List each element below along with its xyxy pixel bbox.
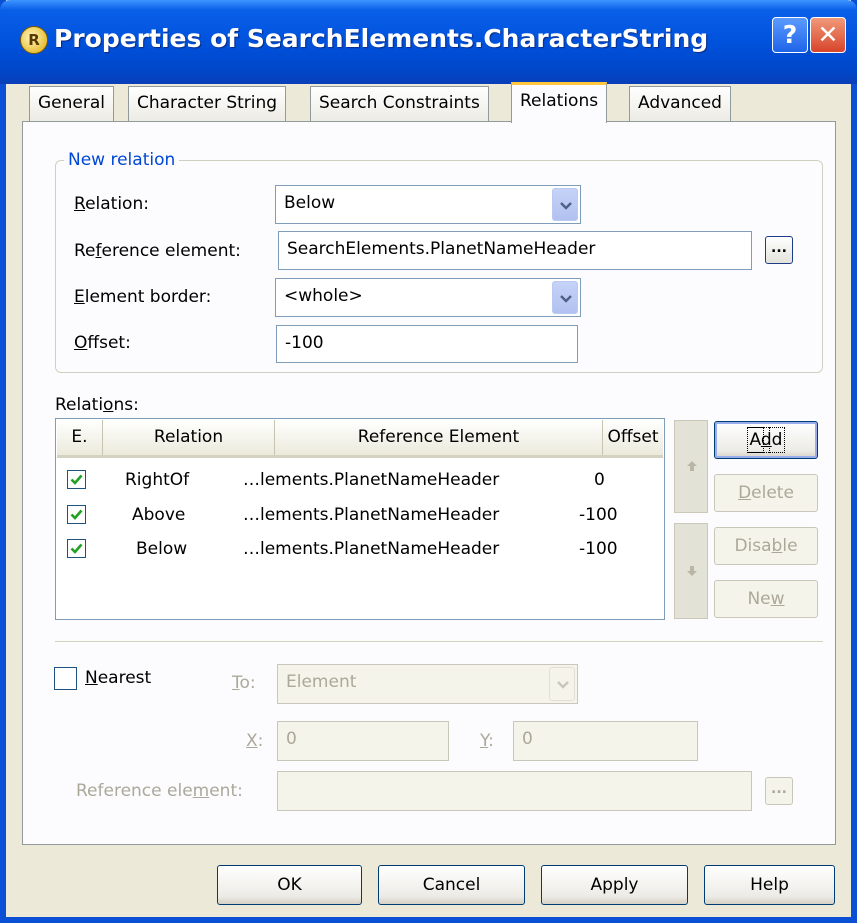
help-title-button[interactable]: ? xyxy=(772,17,808,53)
nearest-checkbox[interactable] xyxy=(54,667,77,690)
tab-search-constraints[interactable]: Search Constraints xyxy=(310,86,489,121)
help-button[interactable]: Help xyxy=(704,865,835,905)
chevron-down-icon[interactable] xyxy=(552,188,578,221)
new-button[interactable]: New xyxy=(714,580,818,618)
offset-label: Offset: xyxy=(74,333,131,353)
column-header-relation[interactable]: Relation xyxy=(103,420,275,455)
row-reference: …lements.PlanetNameHeader xyxy=(243,539,500,559)
relations-label: Relations: xyxy=(55,395,139,415)
title-bar[interactable]: R Properties of SearchElements.Character… xyxy=(0,0,857,84)
x-label: X: xyxy=(246,731,264,751)
element-border-combobox[interactable]: <whole> xyxy=(275,278,581,317)
cancel-button[interactable]: Cancel xyxy=(378,865,525,905)
to-value: Element xyxy=(286,672,357,692)
table-row[interactable]: Below …lements.PlanetNameHeader -100 xyxy=(57,532,663,566)
column-header-offset[interactable]: Offset xyxy=(603,420,663,455)
reference-browse-button[interactable]: ... xyxy=(765,236,793,264)
disable-button[interactable]: Disable xyxy=(714,527,818,565)
y-input[interactable]: 0 xyxy=(513,721,698,761)
nearest-label: Nearest xyxy=(85,668,152,688)
separator xyxy=(55,641,823,643)
nearest-reference-label: Reference element: xyxy=(76,781,243,801)
row-relation: Below xyxy=(136,539,188,559)
enabled-checkbox[interactable] xyxy=(67,539,86,558)
row-offset: -100 xyxy=(579,505,618,525)
tab-character-string[interactable]: Character String xyxy=(128,86,287,121)
chevron-down-icon[interactable] xyxy=(552,281,578,314)
delete-button[interactable]: Delete xyxy=(714,474,818,512)
offset-input[interactable]: -100 xyxy=(276,325,578,363)
row-offset: -100 xyxy=(579,539,618,559)
nearest-reference-browse-button[interactable]: ... xyxy=(765,777,793,805)
chevron-down-icon[interactable] xyxy=(549,667,575,701)
tab-general[interactable]: General xyxy=(29,86,114,121)
apply-button[interactable]: Apply xyxy=(541,865,688,905)
enabled-checkbox[interactable] xyxy=(67,505,86,524)
enabled-checkbox[interactable] xyxy=(67,470,86,489)
column-header-enabled[interactable]: E. xyxy=(57,420,103,455)
add-button[interactable]: Add xyxy=(714,421,818,459)
window-title: Properties of SearchElements.CharacterSt… xyxy=(54,24,709,53)
table-row[interactable]: Above …lements.PlanetNameHeader -100 xyxy=(57,498,663,532)
tab-advanced[interactable]: Advanced xyxy=(629,86,731,121)
new-relation-legend: New relation xyxy=(64,150,180,170)
move-up-button[interactable] xyxy=(674,420,708,513)
row-relation: RightOf xyxy=(125,470,190,490)
reference-element-label: Reference element: xyxy=(74,241,241,261)
to-combobox[interactable]: Element xyxy=(277,664,578,704)
relation-label: Relation: xyxy=(74,194,149,214)
ok-button[interactable]: OK xyxy=(217,865,362,905)
row-relation: Above xyxy=(132,505,186,525)
tab-relations[interactable]: Relations xyxy=(511,82,608,123)
arrow-up-icon xyxy=(687,461,697,471)
row-reference: …lements.PlanetNameHeader xyxy=(243,470,500,490)
column-header-reference-element[interactable]: Reference Element xyxy=(275,420,603,455)
element-border-value: <whole> xyxy=(284,286,363,306)
x-input[interactable]: 0 xyxy=(277,721,449,761)
app-icon: R xyxy=(20,26,48,54)
table-row[interactable]: RightOf …lements.PlanetNameHeader 0 xyxy=(57,463,663,497)
reference-element-input[interactable]: SearchElements.PlanetNameHeader xyxy=(278,231,752,270)
y-label: Y: xyxy=(480,731,494,751)
element-border-label: Element border: xyxy=(74,287,212,307)
close-button[interactable]: ✕ xyxy=(810,17,846,53)
relations-listview[interactable]: E. Relation Reference Element Offset Rig… xyxy=(55,418,665,620)
relation-value: Below xyxy=(284,193,336,213)
nearest-reference-input[interactable] xyxy=(277,771,752,811)
move-down-button[interactable] xyxy=(674,523,708,619)
to-label: To: xyxy=(232,673,256,693)
row-reference: …lements.PlanetNameHeader xyxy=(243,505,500,525)
relations-header: E. Relation Reference Element Offset xyxy=(57,420,663,458)
relation-combobox[interactable]: Below xyxy=(275,185,581,224)
row-offset: 0 xyxy=(594,470,605,490)
arrow-down-icon xyxy=(687,566,697,576)
